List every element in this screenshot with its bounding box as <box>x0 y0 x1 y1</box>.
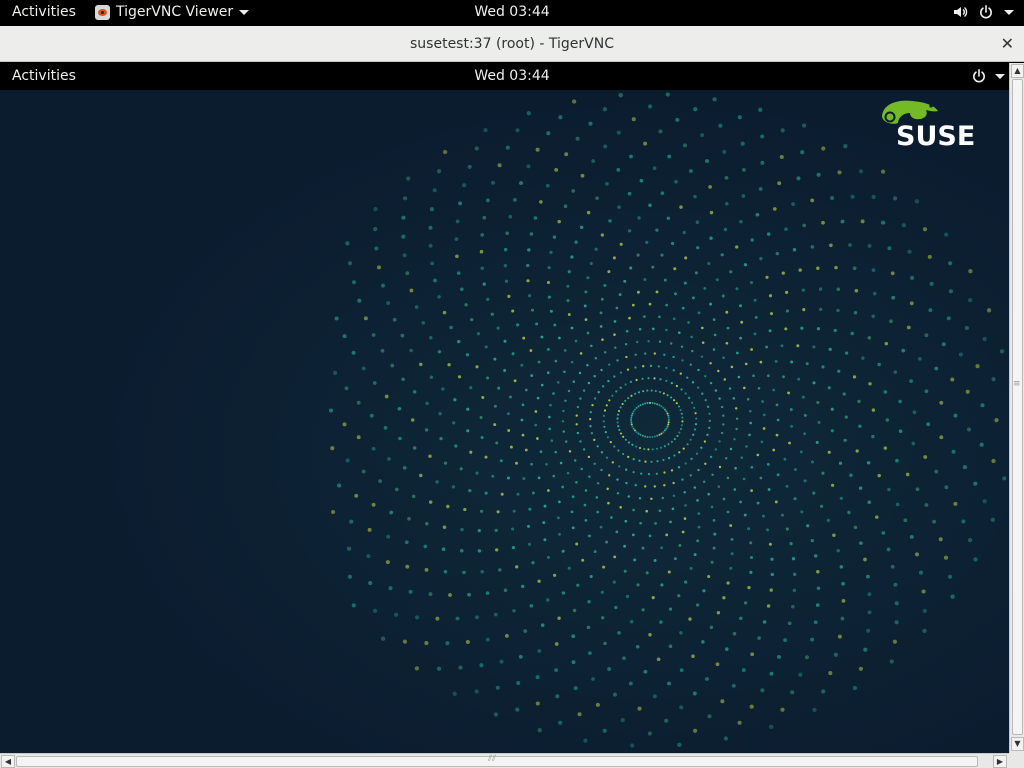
chevron-down-icon <box>995 73 1005 79</box>
close-icon[interactable]: ✕ <box>1001 34 1014 53</box>
clock[interactable]: Wed 03:44 <box>0 4 1024 20</box>
wallpaper <box>0 90 1009 753</box>
suse-logo: SUSE <box>882 100 975 152</box>
svg-text:SUSE: SUSE <box>896 121 975 152</box>
speaker-icon <box>954 6 968 18</box>
vertical-scroll-thumb[interactable] <box>1012 79 1023 735</box>
remote-desktop[interactable]: Activities Wed 03:44 SUSE <box>0 63 1009 753</box>
horizontal-scrollbar[interactable]: ◀ ⫽⫽ ▶ <box>0 753 1009 768</box>
remote-clock[interactable]: Wed 03:44 <box>0 68 1009 84</box>
scroll-left-button[interactable]: ◀ <box>1 755 15 768</box>
horizontal-grip-icon: ⫽⫽ <box>488 754 497 764</box>
scroll-right-button[interactable]: ▶ <box>993 755 1007 768</box>
remote-system-menu[interactable] <box>971 68 1005 84</box>
scroll-down-button[interactable]: ▼ <box>1011 737 1024 751</box>
vertical-scrollbar[interactable]: ▲ ≡ ▼ <box>1009 63 1024 753</box>
system-menu[interactable] <box>952 4 1014 20</box>
remote-top-bar: Activities Wed 03:44 <box>0 63 1009 90</box>
vertical-grip-icon: ≡ <box>1013 379 1021 389</box>
vnc-window-titlebar[interactable]: susetest:37 (root) - TigerVNC ✕ <box>0 26 1024 62</box>
scroll-up-button[interactable]: ▲ <box>1011 64 1024 78</box>
power-icon <box>980 4 992 19</box>
power-icon <box>973 68 985 83</box>
scrollbar-corner <box>1009 753 1024 768</box>
horizontal-scroll-thumb[interactable] <box>16 756 978 767</box>
window-title: susetest:37 (root) - TigerVNC <box>410 36 614 52</box>
chevron-down-icon <box>1004 9 1014 15</box>
host-top-bar: Activities TigerVNC Viewer Wed 03:44 <box>0 0 1024 26</box>
